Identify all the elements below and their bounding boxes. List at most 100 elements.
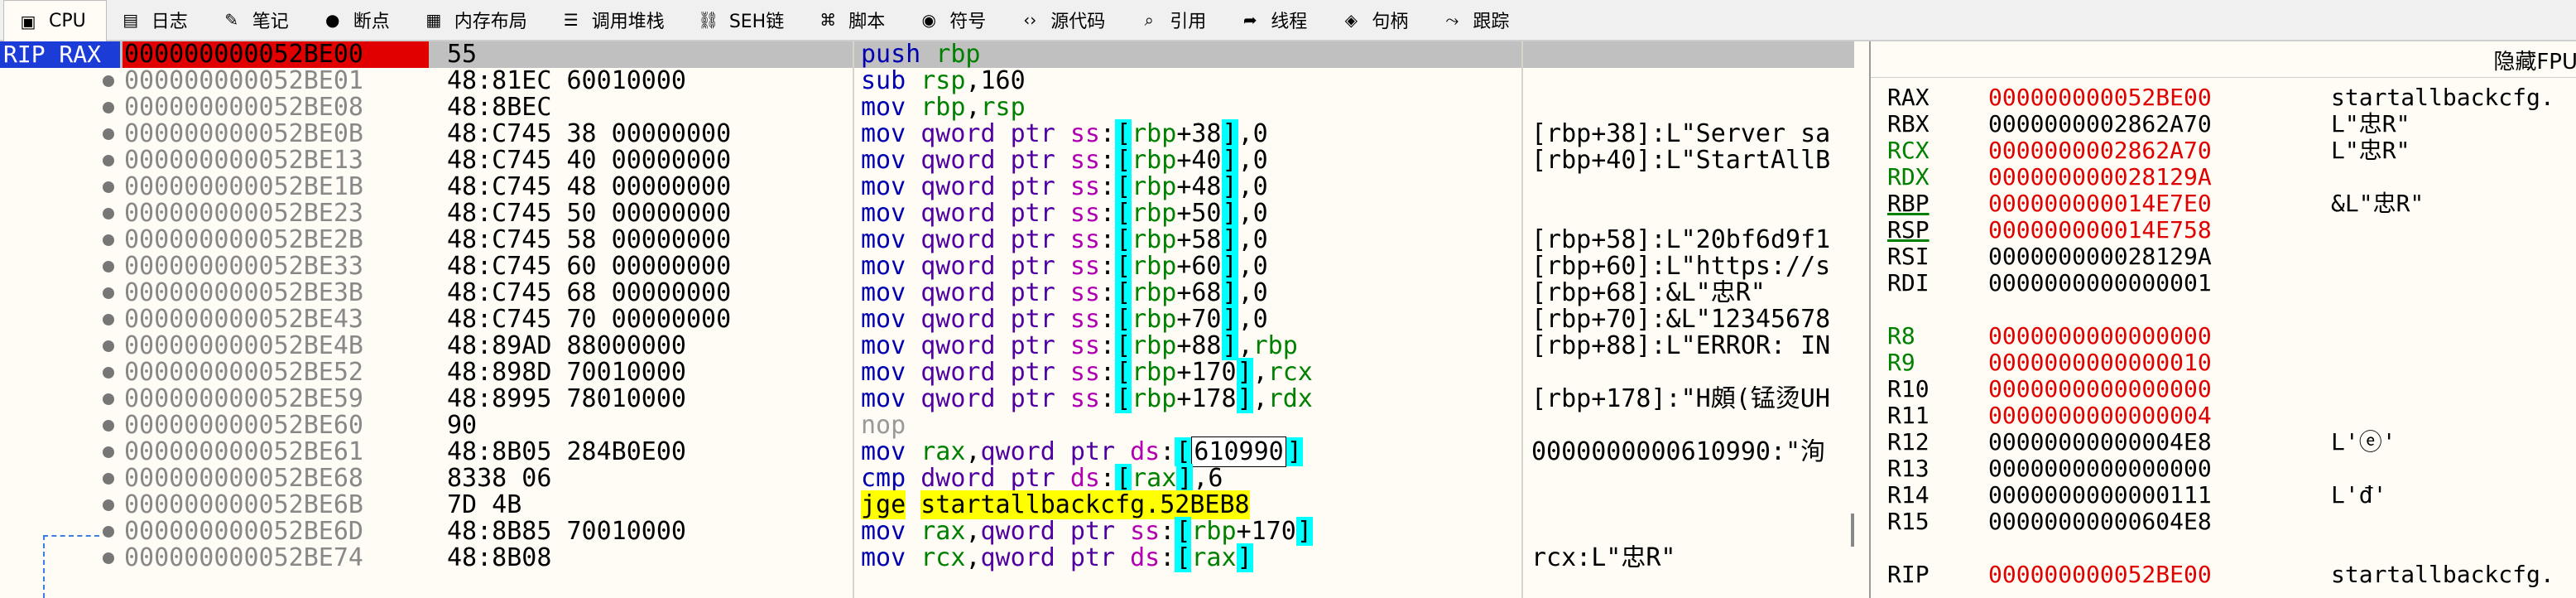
tab-call-stack[interactable]: ☰ 调用堆栈	[547, 1, 685, 39]
tab-cpu[interactable]: ▣ CPU	[3, 0, 107, 41]
breakpoint-gutter[interactable]: RIP RAX	[0, 41, 120, 68]
tab-handles[interactable]: ◈ 句柄	[1327, 1, 1428, 39]
breakpoint-gutter[interactable]	[0, 147, 120, 174]
disasm-row[interactable]: 000000000052BE23 48:C745 50 00000000 mov q…	[0, 199, 1854, 228]
register-value[interactable]: 000000000052BE00	[1988, 84, 2295, 111]
disasm-row[interactable]: 000000000052BE1B 48:C745 48 00000000 mov q…	[0, 172, 1854, 201]
register-row[interactable]: RSI 000000000028129A	[1871, 244, 2576, 270]
register-row[interactable]: RBP 000000000014E7E0 &L"忠R"	[1871, 190, 2576, 217]
register-row[interactable]: RCX 0000000002862A70 L"忠R"	[1871, 137, 2576, 164]
breakpoint-dot-icon[interactable]	[103, 526, 114, 538]
breakpoint-dot-icon[interactable]	[103, 208, 114, 219]
tab-trace[interactable]: ⤳ 跟踪	[1428, 1, 1529, 39]
breakpoint-dot-icon[interactable]	[103, 234, 114, 246]
register-value[interactable]: 0000000002862A70	[1988, 111, 2295, 137]
register-row[interactable]: RAX 000000000052BE00 startallbackcfg.	[1871, 84, 2576, 111]
register-row[interactable]: RDX 000000000028129A	[1871, 164, 2576, 190]
disasm-row[interactable]: 000000000052BE0B 48:C745 38 00000000 mov q…	[0, 119, 1854, 148]
disasm-row[interactable]: 000000000052BE52 48:898D 70010000 mov qwor…	[0, 358, 1854, 387]
register-value[interactable]: 000000000028129A	[1988, 244, 2295, 270]
breakpoint-dot-icon[interactable]	[103, 261, 114, 272]
register-value[interactable]: 000000000052BE00	[1988, 562, 2295, 588]
tab-script[interactable]: ⌘ 脚本	[804, 1, 905, 39]
disasm-row[interactable]: 000000000052BE59 48:8995 78010000 mov qwor…	[0, 384, 1854, 413]
breakpoint-dot-icon[interactable]	[103, 128, 114, 140]
breakpoint-gutter[interactable]	[0, 94, 120, 121]
disassembly-scrollbar[interactable]	[1851, 514, 1854, 547]
register-value[interactable]: 0000000000000000	[1988, 323, 2295, 350]
breakpoint-gutter[interactable]	[0, 227, 120, 253]
register-value[interactable]: 0000000000000111	[1988, 482, 2295, 509]
register-row[interactable]: R15 00000000000604E8	[1871, 509, 2576, 535]
breakpoint-gutter[interactable]	[0, 412, 120, 439]
disasm-row[interactable]: 000000000052BE6B 7D 4B jge startallbackcfg…	[0, 490, 1854, 519]
register-value[interactable]: 0000000002862A70	[1988, 137, 2295, 164]
breakpoint-gutter[interactable]	[0, 359, 120, 386]
register-value[interactable]: 000000000014E758	[1988, 217, 2295, 244]
breakpoint-gutter[interactable]	[0, 492, 120, 518]
register-value[interactable]: 000000000014E7E0	[1988, 190, 2295, 217]
breakpoint-gutter[interactable]	[0, 333, 120, 359]
breakpoint-dot-icon[interactable]	[103, 155, 114, 166]
disasm-row[interactable]: 000000000052BE4B 48:89AD 88000000 mov qwor…	[0, 331, 1854, 360]
tab-log[interactable]: ▤ 日志	[107, 1, 208, 39]
breakpoint-dot-icon[interactable]	[103, 367, 114, 379]
breakpoint-gutter[interactable]	[0, 465, 120, 492]
breakpoint-dot-icon[interactable]	[103, 102, 114, 113]
disasm-row[interactable]: 000000000052BE2B 48:C745 58 00000000 mov q…	[0, 225, 1854, 254]
tab-notes[interactable]: ✎ 笔记	[208, 1, 309, 39]
breakpoint-dot-icon[interactable]	[103, 287, 114, 299]
breakpoint-dot-icon[interactable]	[103, 75, 114, 87]
tab-source[interactable]: ‹› 源代码	[1006, 1, 1125, 39]
breakpoint-gutter[interactable]	[0, 386, 120, 412]
breakpoint-gutter[interactable]	[0, 174, 120, 200]
breakpoint-dot-icon[interactable]	[103, 420, 114, 432]
register-row[interactable]: R9 0000000000000010	[1871, 350, 2576, 376]
register-value[interactable]: 0000000000000000	[1988, 376, 2295, 403]
tab-symbols[interactable]: ◉ 符号	[905, 1, 1006, 39]
breakpoint-gutter[interactable]	[0, 306, 120, 333]
breakpoint-gutter[interactable]	[0, 518, 120, 545]
register-row[interactable]: RDI 0000000000000001	[1871, 270, 2576, 297]
disasm-row[interactable]: 000000000052BE01 48:81EC 60010000 sub rsp,…	[0, 68, 1854, 94]
disasm-row[interactable]: 000000000052BE6D 48:8B85 70010000 mov rax,…	[0, 517, 1854, 546]
register-value[interactable]: 0000000000000001	[1988, 270, 2295, 297]
register-row[interactable]: R11 0000000000000004	[1871, 403, 2576, 429]
breakpoint-gutter[interactable]	[0, 200, 120, 227]
register-row[interactable]: R8 0000000000000000	[1871, 323, 2576, 350]
register-value[interactable]: 00000000000604E8	[1988, 509, 2295, 535]
register-row[interactable]: RSP 000000000014E758	[1871, 217, 2576, 244]
register-row[interactable]: RBX 0000000002862A70 L"忠R"	[1871, 111, 2576, 137]
register-value[interactable]: 00000000000004E8	[1988, 429, 2295, 456]
disasm-row[interactable]: 000000000052BE33 48:C745 60 00000000 mov q…	[0, 252, 1854, 281]
disasm-row[interactable]: 000000000052BE68 8338 06 cmp dword ptr ds:…	[0, 464, 1854, 493]
breakpoint-gutter[interactable]	[0, 545, 120, 571]
disasm-row[interactable]: 000000000052BE13 48:C745 40 00000000 mov q…	[0, 146, 1854, 175]
breakpoint-dot-icon[interactable]	[103, 181, 114, 193]
register-value[interactable]: 000000000028129A	[1988, 164, 2295, 190]
breakpoint-gutter[interactable]	[0, 253, 120, 280]
breakpoint-gutter[interactable]	[0, 280, 120, 306]
disasm-row[interactable]: 000000000052BE3B 48:C745 68 00000000 mov q…	[0, 278, 1854, 307]
breakpoint-gutter[interactable]	[0, 439, 120, 465]
register-value[interactable]: 0000000000000000	[1988, 456, 2295, 482]
tab-threads[interactable]: ➦ 线程	[1226, 1, 1327, 39]
hide-fpu-button[interactable]: 隐藏FPU	[2493, 45, 2576, 75]
breakpoint-dot-icon[interactable]	[103, 499, 114, 511]
disasm-row[interactable]: RIP RAX 000000000052BE00 55 push rbp	[0, 41, 1854, 68]
register-row[interactable]	[1871, 297, 2576, 323]
disasm-row[interactable]: 000000000052BE08 48:8BEC mov rbp,rsp	[0, 94, 1854, 121]
tab-memory-map[interactable]: ▦ 内存布局	[410, 1, 547, 39]
disasm-row[interactable]: 000000000052BE74 48:8B08 mov rcx,qword ptr…	[0, 543, 1854, 572]
disasm-row[interactable]: 000000000052BE61 48:8B05 284B0E00 mov rax,…	[0, 436, 1854, 467]
breakpoint-gutter[interactable]	[0, 121, 120, 147]
tab-breakpoint[interactable]: ● 断点	[309, 1, 410, 39]
register-value[interactable]: 0000000000000004	[1988, 403, 2295, 429]
breakpoint-dot-icon[interactable]	[103, 314, 114, 326]
disassembly-view[interactable]: RIP RAX 000000000052BE00 55 push rbp 0000000…	[0, 41, 1854, 598]
register-row[interactable]: R14 0000000000000111 L'đ'	[1871, 482, 2576, 509]
breakpoint-dot-icon[interactable]	[103, 473, 114, 485]
register-row[interactable]	[1871, 535, 2576, 562]
tab-seh-chain[interactable]: ⛓ SEH链	[685, 1, 804, 39]
register-row[interactable]: R10 0000000000000000	[1871, 376, 2576, 403]
